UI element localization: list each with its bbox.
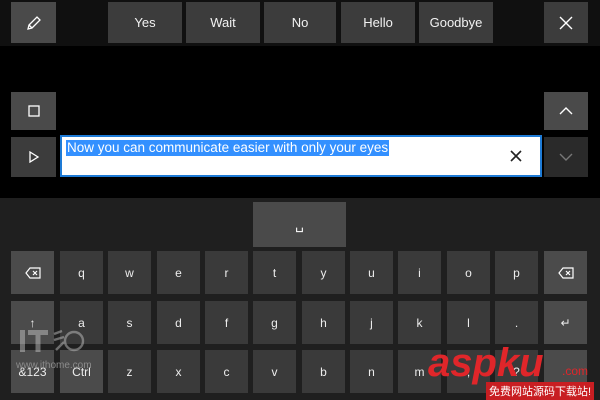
key-label: p bbox=[513, 265, 520, 280]
key-label: b bbox=[320, 364, 327, 379]
chevron-up-icon bbox=[559, 107, 573, 115]
key-r[interactable]: r bbox=[205, 251, 248, 294]
key-k[interactable]: k bbox=[398, 301, 441, 344]
key-label: o bbox=[465, 265, 472, 280]
key-c[interactable]: c bbox=[205, 350, 248, 393]
key-label: w bbox=[125, 265, 134, 280]
selected-text[interactable]: Now you can communicate easier with only… bbox=[66, 140, 390, 156]
key-label: n bbox=[368, 364, 375, 379]
key-b[interactable]: b bbox=[302, 350, 345, 393]
key-g[interactable]: g bbox=[253, 301, 296, 344]
key-label: v bbox=[271, 364, 278, 379]
close-button[interactable] bbox=[544, 2, 588, 43]
key-period[interactable]: . bbox=[495, 301, 538, 344]
key-label: g bbox=[271, 315, 278, 330]
stop-button[interactable] bbox=[11, 92, 56, 130]
ithome-watermark: www.ithome.com bbox=[8, 326, 128, 400]
key-label: q bbox=[78, 265, 85, 280]
key-label: f bbox=[224, 315, 229, 330]
key-f[interactable]: f bbox=[205, 301, 248, 344]
space-key[interactable]: ␣ bbox=[253, 202, 346, 247]
scroll-down-button[interactable] bbox=[544, 137, 588, 177]
backspace-key-right[interactable] bbox=[544, 251, 587, 294]
key-label: m bbox=[414, 364, 425, 379]
key-label: d bbox=[175, 315, 182, 330]
key-label: u bbox=[368, 265, 375, 280]
key-p[interactable]: p bbox=[495, 251, 538, 294]
key-label: . bbox=[514, 315, 519, 330]
backspace-icon bbox=[24, 266, 41, 279]
stop-icon bbox=[27, 105, 40, 117]
key-label: c bbox=[223, 364, 230, 379]
key-label: t bbox=[272, 265, 277, 280]
backspace-key-left[interactable] bbox=[11, 251, 54, 294]
enter-glyph: ↵ bbox=[560, 315, 571, 330]
aspku-tagline: 免费网站源码下载站! bbox=[486, 382, 595, 400]
key-label: k bbox=[416, 315, 423, 330]
scroll-up-button[interactable] bbox=[544, 92, 588, 130]
key-h[interactable]: h bbox=[302, 301, 345, 344]
enter-key[interactable]: ↵ bbox=[544, 301, 587, 344]
space-glyph: ␣ bbox=[295, 216, 304, 232]
clear-icon bbox=[510, 150, 522, 162]
key-label: l bbox=[467, 315, 470, 330]
phrase-no-button[interactable]: No bbox=[264, 2, 336, 43]
key-t[interactable]: t bbox=[253, 251, 296, 294]
key-e[interactable]: e bbox=[157, 251, 200, 294]
close-icon bbox=[559, 16, 573, 29]
key-label: j bbox=[370, 315, 373, 330]
play-button[interactable] bbox=[11, 137, 56, 177]
key-l[interactable]: l bbox=[447, 301, 490, 344]
backspace-icon bbox=[557, 266, 574, 279]
key-n[interactable]: n bbox=[350, 350, 393, 393]
phrase-hello-button[interactable]: Hello bbox=[341, 2, 415, 43]
pencil-icon bbox=[26, 15, 41, 30]
aspku-watermark: aspku .com 免费网站源码下载站! bbox=[428, 342, 600, 400]
chevron-down-icon bbox=[559, 153, 573, 161]
key-label: i bbox=[418, 265, 421, 280]
ithome-logo bbox=[20, 329, 85, 352]
key-y[interactable]: y bbox=[302, 251, 345, 294]
key-i[interactable]: i bbox=[398, 251, 441, 294]
key-u[interactable]: u bbox=[350, 251, 393, 294]
key-x[interactable]: x bbox=[157, 350, 200, 393]
aspku-brand: aspku bbox=[428, 341, 544, 385]
key-o[interactable]: o bbox=[447, 251, 490, 294]
key-label: x bbox=[175, 364, 182, 379]
aspku-suffix: .com bbox=[562, 364, 589, 378]
phrase-goodbye-button[interactable]: Goodbye bbox=[419, 2, 493, 43]
play-icon bbox=[28, 151, 39, 163]
phrase-yes-button[interactable]: Yes bbox=[108, 2, 182, 43]
key-j[interactable]: j bbox=[350, 301, 393, 344]
key-d[interactable]: d bbox=[157, 301, 200, 344]
key-v[interactable]: v bbox=[253, 350, 296, 393]
key-q[interactable]: q bbox=[60, 251, 103, 294]
key-label: y bbox=[320, 265, 327, 280]
key-label: e bbox=[175, 265, 182, 280]
key-label: h bbox=[320, 315, 327, 330]
key-w[interactable]: w bbox=[108, 251, 151, 294]
clear-text-button[interactable] bbox=[506, 146, 526, 166]
ithome-url: www.ithome.com bbox=[16, 360, 92, 371]
edit-button[interactable] bbox=[11, 2, 56, 43]
key-label: r bbox=[224, 265, 229, 280]
text-input-field[interactable]: Now you can communicate easier with only… bbox=[60, 135, 542, 177]
phrase-wait-button[interactable]: Wait bbox=[186, 2, 260, 43]
